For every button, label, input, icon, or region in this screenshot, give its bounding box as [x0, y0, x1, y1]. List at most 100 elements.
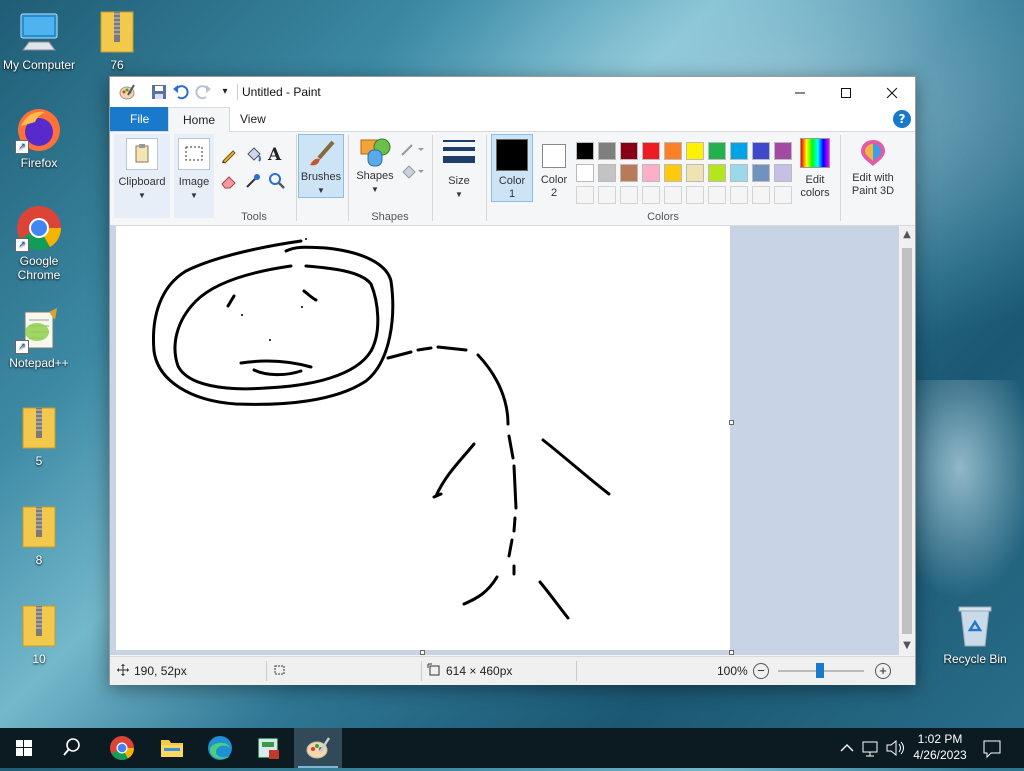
desktop-icon-recycle-bin[interactable]: Recycle Bin [936, 602, 1014, 666]
save-icon[interactable] [150, 83, 168, 101]
palette-swatch[interactable] [730, 186, 748, 204]
desktop-icon-folder-76[interactable]: 76 [78, 8, 156, 72]
taskbar-file-explorer[interactable] [148, 728, 196, 768]
fill-icon[interactable] [400, 164, 426, 180]
show-hidden-icons[interactable] [838, 728, 856, 768]
scroll-up-icon[interactable]: ▲ [899, 228, 915, 242]
palette-swatch[interactable] [752, 164, 770, 182]
palette-swatch[interactable] [774, 186, 792, 204]
paint3d-label-1: Edit with [852, 172, 894, 184]
palette-swatch[interactable] [708, 186, 726, 204]
palette-swatch[interactable] [774, 142, 792, 160]
palette-swatch[interactable] [620, 186, 638, 204]
taskbar-edge[interactable] [196, 728, 244, 768]
desktop-icon-my-computer[interactable]: My Computer [0, 8, 78, 72]
resize-handle-right[interactable] [729, 420, 734, 425]
palette-swatch[interactable] [686, 164, 704, 182]
desktop-icon-folder-8[interactable]: 8 [0, 503, 78, 567]
eraser-icon[interactable] [220, 172, 238, 190]
palette-swatch[interactable] [752, 186, 770, 204]
clipboard-button[interactable]: Clipboard ▼ [114, 134, 170, 218]
palette-swatch[interactable] [774, 164, 792, 182]
zoom-out-icon[interactable]: − [753, 663, 769, 679]
vertical-scrollbar[interactable]: ▲ ▼ [899, 226, 915, 655]
outline-icon[interactable] [400, 142, 426, 158]
desktop-icon-folder-5[interactable]: 5 [0, 404, 78, 468]
desktop-icon-folder-10[interactable]: 10 [0, 602, 78, 666]
color1-button[interactable]: Color 1 [491, 134, 533, 202]
home-tab[interactable]: Home [168, 107, 231, 132]
zoom-slider-thumb[interactable] [816, 663, 824, 678]
desktop-icon-label: 5 [35, 454, 43, 468]
color2-button[interactable]: Color 2 [534, 134, 574, 200]
close-button[interactable] [869, 77, 915, 107]
file-tab[interactable]: File [110, 107, 170, 131]
resize-handle-bottom[interactable] [420, 650, 425, 655]
palette-swatch[interactable] [620, 142, 638, 160]
pencil-icon[interactable] [220, 146, 238, 164]
undo-icon[interactable] [172, 83, 190, 101]
palette-swatch[interactable] [598, 164, 616, 182]
taskbar-app-4[interactable] [245, 728, 293, 768]
desktop-icon-notepadpp[interactable]: ↗ Notepad++ [0, 306, 78, 370]
network-status[interactable] [860, 728, 882, 768]
palette-swatch[interactable] [576, 186, 594, 204]
palette-swatch[interactable] [730, 164, 748, 182]
ribbon-separator [348, 135, 349, 221]
shapes-button[interactable]: Shapes ▼ [352, 134, 398, 200]
desktop-icon-firefox[interactable]: ↗ Firefox [0, 106, 78, 170]
view-tab[interactable]: View [226, 107, 280, 131]
color-picker-icon[interactable] [244, 172, 262, 190]
palette-swatch[interactable] [642, 142, 660, 160]
status-bar: 190, 52px 614 × 460px 100% − + [110, 656, 915, 685]
palette-swatch[interactable] [664, 142, 682, 160]
palette-swatch[interactable] [752, 142, 770, 160]
palette-swatch[interactable] [598, 142, 616, 160]
network-icon [862, 741, 878, 757]
minimize-button[interactable] [777, 77, 823, 107]
palette-swatch[interactable] [598, 186, 616, 204]
palette-swatch[interactable] [708, 164, 726, 182]
help-icon[interactable]: ? [893, 110, 911, 128]
search-button[interactable] [48, 728, 96, 768]
ribbon-separator [432, 135, 433, 221]
palette-swatch[interactable] [730, 142, 748, 160]
palette-swatch[interactable] [620, 164, 638, 182]
search-icon [63, 738, 80, 756]
palette-swatch[interactable] [686, 186, 704, 204]
size-button[interactable]: Size ▼ [438, 134, 480, 200]
zoom-in-icon[interactable]: + [875, 663, 891, 679]
desktop-icon-label: 8 [35, 553, 43, 567]
palette-swatch[interactable] [664, 164, 682, 182]
redo-icon[interactable] [194, 83, 212, 101]
text-tool-icon[interactable]: A [268, 145, 286, 165]
resize-handle-corner[interactable] [729, 650, 734, 655]
palette-swatch[interactable] [642, 164, 660, 182]
scroll-down-icon[interactable]: ▼ [899, 639, 915, 653]
taskbar-paint[interactable] [294, 728, 342, 768]
customize-quick-access-icon[interactable]: ▾ [216, 83, 234, 101]
chevron-down-icon: ▼ [138, 191, 146, 200]
image-button[interactable]: Image ▼ [174, 134, 214, 218]
brushes-button[interactable]: Brushes ▼ [298, 134, 344, 198]
palette-swatch[interactable] [664, 186, 682, 204]
palette-swatch[interactable] [642, 186, 660, 204]
palette-swatch[interactable] [708, 142, 726, 160]
fill-bucket-icon[interactable] [244, 146, 262, 164]
palette-swatch[interactable] [576, 142, 594, 160]
notifications-button[interactable] [980, 728, 1004, 768]
edit-colors-button[interactable]: Edit colors [794, 136, 836, 199]
maximize-button[interactable] [823, 77, 869, 107]
volume-control[interactable] [884, 728, 906, 768]
scrollbar-thumb[interactable] [902, 248, 912, 634]
start-button[interactable] [0, 728, 48, 768]
paint-app-icon[interactable] [118, 83, 136, 101]
clock[interactable]: 1:02 PM 4/26/2023 [908, 728, 972, 768]
magnifier-icon[interactable] [268, 172, 286, 190]
palette-swatch[interactable] [576, 164, 594, 182]
edit-with-paint3d-button[interactable]: Edit with Paint 3D [845, 136, 901, 198]
drawing-canvas[interactable] [116, 226, 730, 650]
taskbar-chrome[interactable] [98, 728, 146, 768]
palette-swatch[interactable] [686, 142, 704, 160]
desktop-icon-chrome[interactable]: ↗ Google Chrome [0, 204, 78, 282]
